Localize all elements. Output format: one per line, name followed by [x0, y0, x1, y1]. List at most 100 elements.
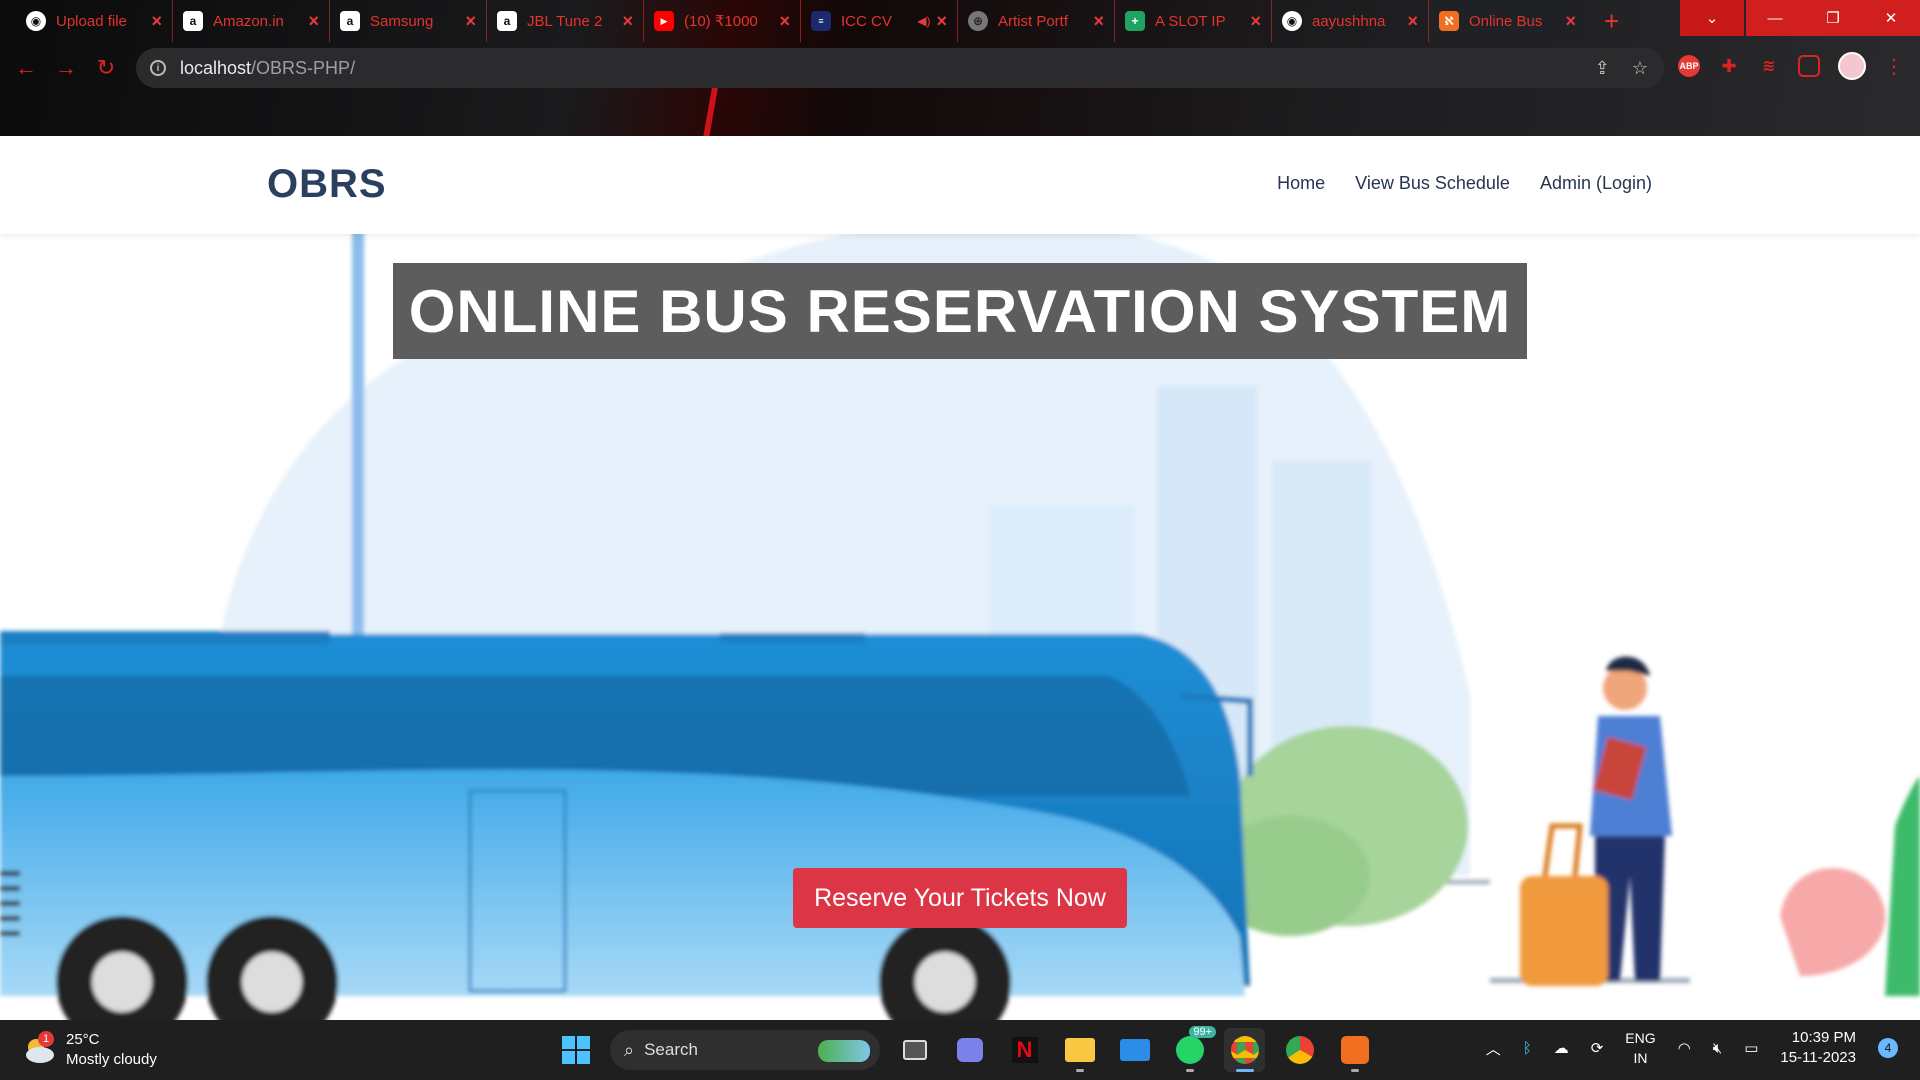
tab-youtube[interactable]: ▶ (10) ₹1000 × — [644, 0, 801, 42]
cloudy-weather-icon: 1 — [22, 1031, 56, 1065]
close-tab-icon[interactable]: × — [1250, 11, 1261, 32]
close-tab-icon[interactable]: × — [1407, 11, 1418, 32]
search-highlight-icon — [818, 1040, 870, 1062]
tab-artist-portfolio[interactable]: ⊕ Artist Portf × — [958, 0, 1115, 42]
chrome-profile-icon[interactable] — [1279, 1028, 1320, 1072]
profile-avatar[interactable] — [1838, 52, 1866, 80]
tab-upload-file[interactable]: ◉ Upload file × — [16, 0, 173, 42]
wifi-icon[interactable]: ◠ — [1678, 1039, 1691, 1057]
minimize-icon[interactable]: — — [1746, 0, 1804, 36]
close-tab-icon[interactable]: × — [465, 11, 476, 32]
onedrive-cloud-icon[interactable]: ☁ — [1554, 1039, 1569, 1057]
menu-kebab-icon[interactable]: ⋮ — [1884, 54, 1904, 79]
weather-temp: 25°C — [66, 1031, 100, 1048]
close-tab-icon[interactable]: × — [936, 11, 947, 32]
tab-title: ICC CV — [841, 12, 892, 30]
task-view-icon[interactable] — [894, 1028, 935, 1072]
teams-chat-icon[interactable] — [949, 1028, 990, 1072]
tab-jbl[interactable]: a JBL Tune 2 × — [487, 0, 644, 42]
speaker-icon[interactable]: ◀) — [917, 14, 930, 28]
restore-icon[interactable]: ❐ — [1804, 0, 1862, 36]
share-icon[interactable]: ⇪ — [1595, 58, 1610, 79]
windows-taskbar: 1 25°C Mostly cloudy ⌕ Search N 99+ ︿ ᛒ … — [0, 1020, 1920, 1080]
tab-title: JBL Tune 2 — [527, 12, 603, 30]
start-windows-icon[interactable] — [555, 1028, 596, 1072]
weather-desc: Mostly cloudy — [66, 1051, 157, 1068]
clock-time: 10:39 PM — [1791, 1029, 1856, 1046]
web-page: OBRS Home View Bus Schedule Admin (Login… — [0, 136, 1920, 1020]
tab-strip: ◉ Upload file × a Amazon.in × a Samsung … — [0, 0, 1690, 42]
netflix-icon[interactable]: N — [1004, 1028, 1045, 1072]
tab-search-icon[interactable]: ⌄ — [1680, 0, 1744, 36]
clock[interactable]: 10:39 PM 15-11-2023 — [1780, 1028, 1856, 1068]
address-bar[interactable]: i localhost/OBRS-PHP/ ⇪ ☆ — [136, 48, 1664, 88]
amazon-icon: a — [497, 11, 517, 31]
new-tab-icon[interactable]: + — [1604, 6, 1619, 37]
weather-widget[interactable]: 1 25°C Mostly cloudy — [22, 1030, 157, 1070]
battery-icon[interactable]: ▭ — [1744, 1039, 1758, 1057]
site-info-icon[interactable]: i — [150, 60, 166, 76]
tab-title: A SLOT IP — [1155, 12, 1226, 30]
lang-code: ENG — [1625, 1030, 1656, 1046]
nav-bus-schedule-link[interactable]: View Bus Schedule — [1355, 173, 1510, 194]
back-icon[interactable]: ← — [6, 55, 46, 81]
amazon-icon: a — [340, 11, 360, 31]
youtube-icon: ▶ — [654, 11, 674, 31]
github-icon: ◉ — [26, 11, 46, 31]
tab-online-bus[interactable]: ℵ Online Bus × — [1429, 0, 1586, 42]
tab-title: (10) ₹1000 — [684, 13, 758, 30]
hero-title: ONLINE BUS RESERVATION SYSTEM — [393, 263, 1527, 359]
close-tab-icon[interactable]: × — [151, 11, 162, 32]
bluetooth-icon[interactable]: ᛒ — [1523, 1040, 1532, 1057]
url-path: /OBRS-PHP/ — [251, 57, 356, 78]
reload-icon[interactable]: ↻ — [86, 55, 126, 81]
close-tab-icon[interactable]: × — [1565, 11, 1576, 32]
lang-region: IN — [1633, 1050, 1648, 1066]
language-indicator[interactable]: ENG IN — [1625, 1028, 1655, 1068]
news-icon: ≡ — [811, 11, 831, 31]
close-tab-icon[interactable]: × — [622, 11, 633, 32]
xampp-icon[interactable] — [1334, 1028, 1375, 1072]
sync-icon[interactable]: ⟳ — [1591, 1039, 1604, 1057]
nav-home-link[interactable]: Home — [1277, 173, 1325, 194]
adblock-icon[interactable]: ABP — [1678, 55, 1700, 77]
reserve-tickets-button[interactable]: Reserve Your Tickets Now — [793, 868, 1127, 928]
site-brand[interactable]: OBRS — [267, 162, 387, 207]
show-hidden-icons-chevron-icon[interactable]: ︿ — [1486, 1038, 1501, 1059]
close-tab-icon[interactable]: × — [308, 11, 319, 32]
close-window-icon[interactable]: ✕ — [1862, 0, 1920, 36]
tab-title: Upload file — [56, 12, 127, 30]
tab-slot-ip[interactable]: + A SLOT IP × — [1115, 0, 1272, 42]
extension-icon[interactable]: ≋ — [1758, 55, 1780, 77]
notification-badge[interactable]: 4 — [1878, 1038, 1898, 1058]
tab-samsung[interactable]: a Samsung × — [330, 0, 487, 42]
url-host: localhost — [180, 57, 252, 78]
bookmark-star-icon[interactable]: ☆ — [1632, 58, 1648, 79]
whatsapp-badge: 99+ — [1189, 1026, 1216, 1038]
search-placeholder: Search — [644, 1040, 698, 1059]
github-icon: ◉ — [1282, 11, 1302, 31]
nav-admin-login-link[interactable]: Admin (Login) — [1540, 173, 1652, 194]
whatsapp-icon[interactable]: 99+ — [1169, 1026, 1216, 1072]
tab-icc[interactable]: ≡ ICC CV ◀) × — [801, 0, 958, 42]
close-tab-icon[interactable]: × — [779, 11, 790, 32]
globe-icon: ⊕ — [968, 11, 988, 31]
search-icon: ⌕ — [624, 1039, 635, 1060]
extensions: ABP ✚ ≋ ⋮ — [1678, 52, 1904, 80]
system-tray: ︿ ᛒ ☁ ⟳ ENG IN ◠ 🔇︎ ▭ 10:39 PM 15-11-202… — [1486, 1028, 1898, 1068]
tab-github-profile[interactable]: ◉ aayushhna × — [1272, 0, 1429, 42]
taskbar-search[interactable]: ⌕ Search — [610, 1030, 880, 1070]
close-tab-icon[interactable]: × — [1093, 11, 1104, 32]
tab-amazon[interactable]: a Amazon.in × — [173, 0, 330, 42]
side-panel-icon[interactable] — [1798, 55, 1820, 77]
chrome-icon[interactable] — [1224, 1028, 1265, 1072]
file-explorer-icon[interactable] — [1059, 1028, 1100, 1072]
extension-puzzle-icon[interactable]: ✚ — [1718, 55, 1740, 77]
mail-icon[interactable] — [1114, 1028, 1155, 1072]
speaker-muted-icon[interactable]: 🔇︎ — [1713, 1040, 1722, 1057]
site-navbar: OBRS Home View Bus Schedule Admin (Login… — [0, 136, 1920, 234]
forward-icon[interactable]: → — [46, 55, 86, 81]
window-controls: ⌄ — ❐ ✕ — [1680, 0, 1920, 36]
nav-links: Home View Bus Schedule Admin (Login) — [1277, 173, 1652, 194]
browser-toolbar: ← → ↻ i localhost/OBRS-PHP/ ⇪ ☆ ABP ✚ ≋ … — [0, 44, 1920, 92]
